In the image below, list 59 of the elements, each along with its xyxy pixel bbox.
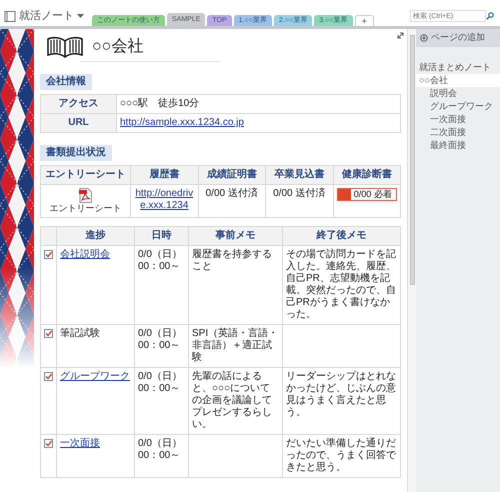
column-header: 終了後メモ: [282, 226, 400, 246]
table-cell: その場で訪問カードを記入した。連絡先、履歴、自己PR、志望動機を記載。突然だったので、自己PRがうまく書けなかった。: [282, 246, 400, 324]
checkbox[interactable]: [44, 439, 53, 448]
add-tab-button[interactable]: +: [354, 15, 374, 26]
table-cell: 0/00 送付済: [266, 184, 333, 218]
date-text: 0/0（日）: [138, 438, 183, 450]
column-header: 健康診断書: [333, 166, 400, 184]
column-header: エントリーシート: [40, 166, 130, 184]
section-label: 書類提出状況: [40, 145, 112, 161]
table-cell: 先輩の話によると、○○○についての企画を議論してプレゼンするらしい。: [188, 368, 282, 434]
table-cell: ○○○駅 徒歩10分: [116, 94, 400, 114]
page-item[interactable]: グループワーク: [416, 100, 500, 113]
checkbox[interactable]: [44, 329, 53, 338]
link[interactable]: グループワーク: [60, 371, 130, 382]
page-title: ○○会社: [92, 36, 144, 57]
date-text: 0/0（日）: [138, 249, 183, 261]
link[interactable]: 会社説明会: [60, 249, 110, 260]
column-header: 事前メモ: [188, 226, 282, 246]
link[interactable]: 一次面接: [60, 438, 100, 449]
notebook-icon: [4, 10, 16, 22]
table-cell: だいたい準備した通りだったので、うまく回答できたと思う。: [282, 434, 400, 478]
column-header: 日時: [134, 226, 188, 246]
row-header: URL: [40, 114, 116, 132]
time-text: 00：00～: [138, 261, 182, 273]
page-item[interactable]: 一次面接: [416, 113, 500, 126]
table-cell: リーダーシップはとれなかったけど、じぶんの意見はうまく言えたと思う。: [282, 368, 400, 434]
scrollbar[interactable]: [407, 29, 416, 492]
checkbox[interactable]: [44, 250, 53, 259]
table-cell: 筆記試験: [56, 324, 134, 368]
page-item[interactable]: ○○会社: [416, 74, 500, 87]
pdf-file-icon[interactable]: [79, 188, 92, 203]
row-header: アクセス: [40, 94, 116, 114]
add-circle-icon: [420, 34, 428, 42]
checkbox[interactable]: [44, 372, 53, 381]
book-icon: [46, 35, 84, 59]
table-cell: SPI（英語・言語・非言語）＋適正試験: [188, 324, 282, 368]
page-item[interactable]: 最終面接: [416, 139, 500, 152]
caret-icon[interactable]: [77, 14, 84, 18]
table-cell: 0/00 送付済: [198, 184, 266, 218]
time-text: 00：00～: [138, 383, 182, 395]
meter-text: 0/00 必着: [352, 189, 392, 199]
column-header: 履歴書: [130, 166, 198, 184]
time-text: 00：00～: [138, 450, 182, 462]
date-text: 0/0（日）: [138, 328, 183, 340]
expand-icon[interactable]: [397, 32, 404, 39]
column-header: 卒業見込書: [266, 166, 333, 184]
page-item[interactable]: 説明会: [416, 87, 500, 100]
time-text: 00：00～: [138, 340, 182, 352]
search-icon[interactable]: [486, 12, 494, 20]
page-item[interactable]: 二次面接: [416, 126, 500, 139]
file-caption: エントリーシート: [48, 203, 122, 214]
section-label: 会社情報: [40, 74, 92, 90]
add-page-button[interactable]: ページの追加: [416, 29, 500, 47]
date-text: 0/0（日）: [138, 371, 183, 383]
notebook-title[interactable]: 就活ノート: [19, 8, 74, 24]
table-cell: 履歴書を持参すること: [188, 246, 282, 324]
page-item[interactable]: 就活まとめノート: [416, 61, 500, 74]
column-header: 成績証明書: [198, 166, 266, 184]
column-header: 進捗: [56, 226, 134, 246]
